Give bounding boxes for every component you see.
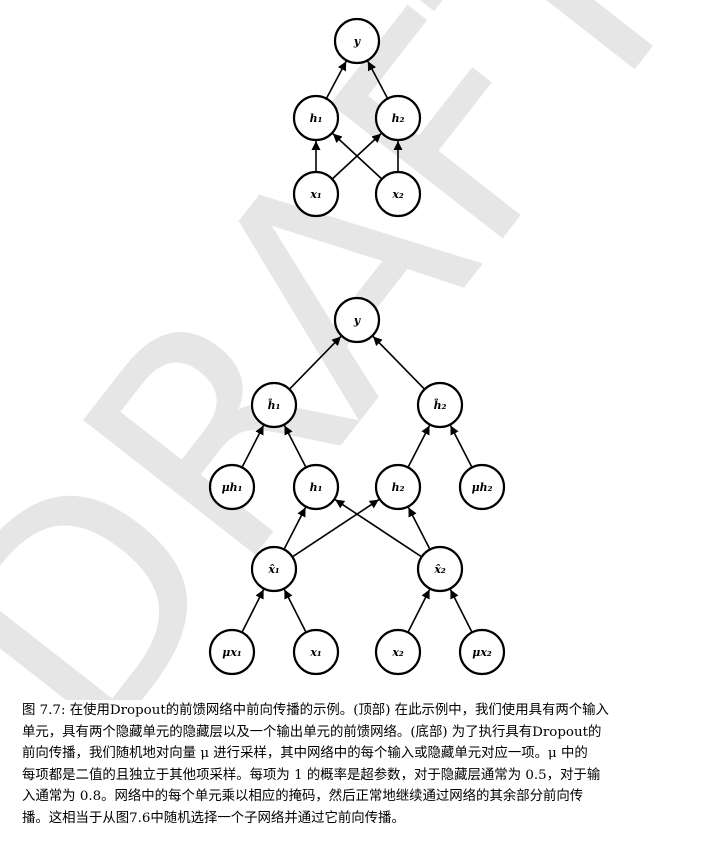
node-top-y: y xyxy=(333,17,381,65)
edge-arrow xyxy=(407,507,431,549)
node-bottom-mu-x2: μx₂ xyxy=(458,628,506,676)
dropout-figure: DRAFT y h₁ h₂ x₁ x₂ y ĥ₁ ĥ₂ μh₁ h₁ h₂ μh… xyxy=(0,0,719,700)
node-bottom-h1-hat: ĥ₁ xyxy=(250,381,298,429)
edge-arrow xyxy=(449,425,473,467)
node-label: h₂ xyxy=(392,481,405,494)
node-bottom-mu-h1: μh₁ xyxy=(208,463,256,511)
node-bottom-h2-hat: ĥ₂ xyxy=(416,381,464,429)
node-label: x̂₁ xyxy=(267,563,279,576)
node-bottom-h2: h₂ xyxy=(374,463,422,511)
caption-line: 播。这相当于从图7.6中随机选择一个子网络并通过它前向传播。 xyxy=(22,810,405,826)
caption-line: 每项都是二值的且独立于其他项采样。每项为 1 的概率是超参数，对于隐藏层通常为 … xyxy=(22,767,601,783)
node-label: h₂ xyxy=(392,112,405,125)
node-label: h₁ xyxy=(310,481,323,494)
node-top-h1: h₁ xyxy=(292,94,340,142)
node-label: μx₂ xyxy=(472,646,492,659)
draft-watermark: DRAFT xyxy=(0,0,719,700)
node-label: ĥ₂ xyxy=(434,398,447,412)
node-label: x₁ xyxy=(309,646,321,659)
node-bottom-mu-h2: μh₂ xyxy=(458,463,506,511)
node-top-x1: x₁ xyxy=(292,170,340,218)
node-label: h₁ xyxy=(310,112,323,125)
node-bottom-x2: x₂ xyxy=(374,628,422,676)
node-bottom-y: y xyxy=(333,296,381,344)
node-label: x₂ xyxy=(391,646,404,659)
node-label: x₁ xyxy=(309,188,321,201)
page: DRAFT y h₁ h₂ x₁ x₂ y ĥ₁ ĥ₂ μh₁ h₁ h₂ μh… xyxy=(0,0,719,849)
node-label: x̂₂ xyxy=(433,563,446,576)
node-top-h2: h₂ xyxy=(374,94,422,142)
node-label: ĥ₁ xyxy=(268,398,281,412)
caption-line: 图 7.7: 在使用Dropout的前馈网络中前向传播的示例。(顶部) 在此示例… xyxy=(22,703,609,718)
node-label: μh₂ xyxy=(472,481,493,494)
node-label: μx₁ xyxy=(222,646,241,659)
node-bottom-x1: x₁ xyxy=(292,628,340,676)
node-bottom-x1-hat: x̂₁ xyxy=(250,545,298,593)
caption-line: 单元，具有两个隐藏单元的隐藏层以及一个输出单元的前馈网络。(底部) 为了执行具有… xyxy=(22,724,602,740)
node-label: μh₁ xyxy=(222,481,243,494)
node-bottom-h1: h₁ xyxy=(292,463,340,511)
caption-line: 入通常为 0.8。网络中的每个单元乘以相应的掩码，然后正常地继续通过网络的其余部… xyxy=(22,789,584,804)
node-bottom-mu-x1: μx₁ xyxy=(208,628,256,676)
node-label: x₂ xyxy=(391,188,404,201)
node-bottom-x2-hat: x̂₂ xyxy=(416,545,464,593)
edge-arrow xyxy=(449,589,473,632)
figure-caption: 图 7.7: 在使用Dropout的前馈网络中前向传播的示例。(顶部) 在此示例… xyxy=(22,700,698,829)
caption-line: 前向传播，我们随机地对向量 μ 进行采样，其中网络中的每个输入或隐藏单元对应一项… xyxy=(22,746,588,761)
edge-arrow xyxy=(407,589,431,632)
node-top-x2: x₂ xyxy=(374,170,422,218)
